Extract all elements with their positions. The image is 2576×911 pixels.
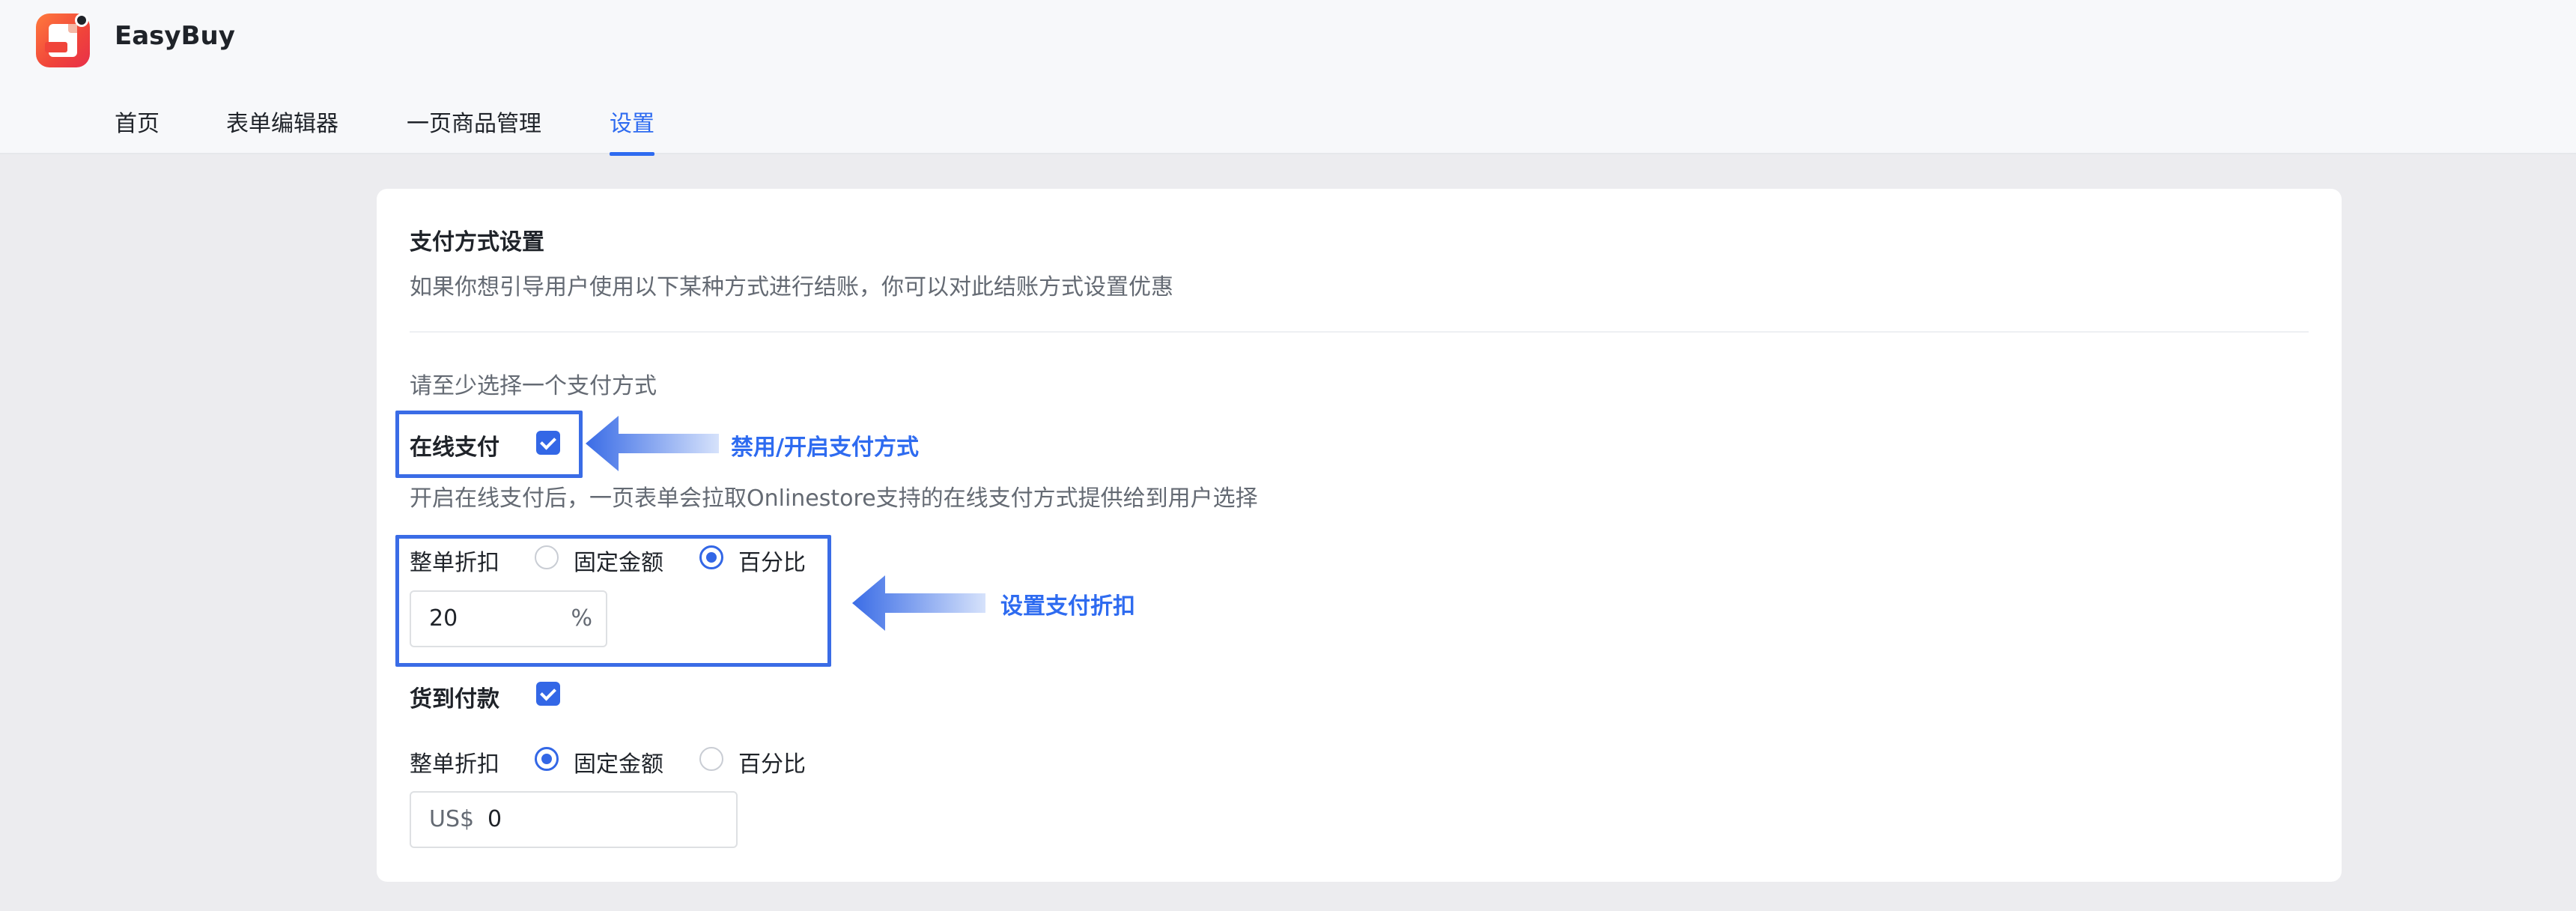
tab-form-editor[interactable]: 表单编辑器 [226, 105, 338, 154]
cod-label: 货到付款 [410, 686, 499, 712]
cod-fixed-amount-label[interactable]: 固定金额 [574, 745, 663, 778]
cod-fixed-amount-radio[interactable] [535, 747, 559, 771]
section-title: 支付方式设置 [410, 229, 544, 255]
section-description: 如果你想引导用户使用以下某种方式进行结账，你可以对此结账方式设置优惠 [410, 274, 1173, 300]
cod-checkbox[interactable] [536, 682, 560, 706]
currency-prefix: US$ [429, 806, 475, 832]
tab-product-management[interactable]: 一页商品管理 [407, 105, 541, 154]
cod-percentage-label[interactable]: 百分比 [738, 745, 806, 778]
arrow-left-icon [586, 416, 719, 471]
cod-discount-value: 0 [487, 806, 502, 832]
toggle-highlight-box [395, 411, 583, 478]
top-nav: 首页 表单编辑器 一页商品管理 设置 [0, 93, 2576, 156]
cod-discount-input[interactable]: US$ 0 [410, 791, 738, 848]
app-title: EasyBuy [115, 21, 235, 51]
tab-home[interactable]: 首页 [115, 105, 160, 154]
select-hint: 请至少选择一个支付方式 [410, 373, 657, 399]
online-payment-note: 开启在线支付后，一页表单会拉取Onlinestore支持的在线支付方式提供给到用… [410, 485, 1258, 512]
discount-annotation-text: 设置支付折扣 [1000, 593, 1135, 620]
app-logo-icon [36, 13, 90, 67]
discount-highlight-box [395, 535, 831, 667]
toggle-annotation-text: 禁用/开启支付方式 [731, 435, 919, 461]
app-header: EasyBuy 首页 表单编辑器 一页商品管理 设置 [0, 0, 2576, 156]
cod-discount-label: 整单折扣 [410, 751, 499, 778]
divider [410, 331, 2309, 333]
cod-percentage-radio[interactable] [699, 747, 723, 771]
tab-settings[interactable]: 设置 [610, 105, 654, 156]
arrow-left-icon [852, 575, 985, 631]
